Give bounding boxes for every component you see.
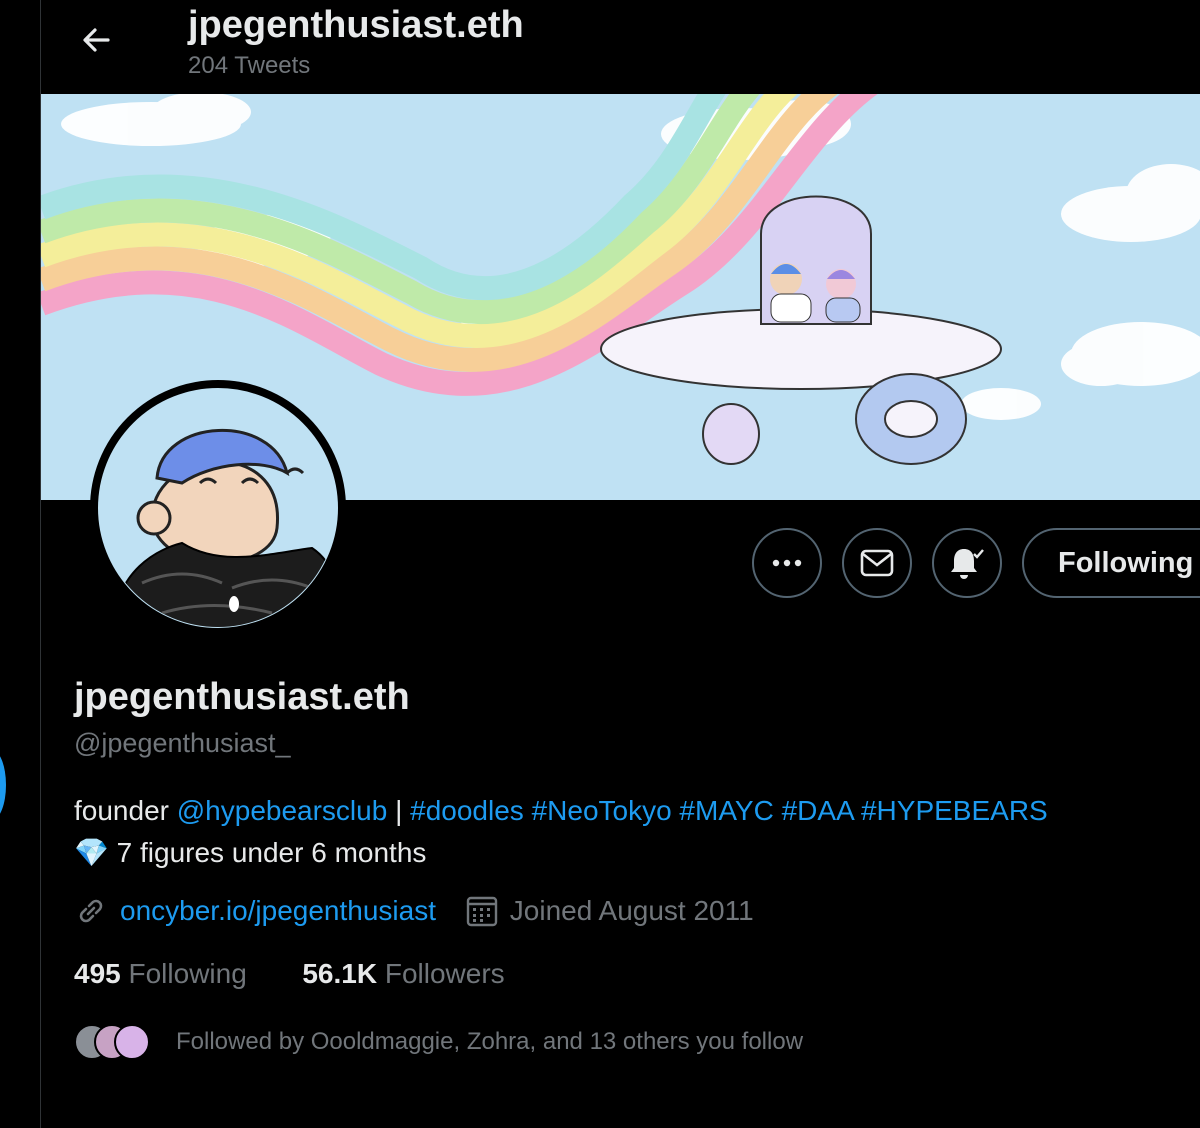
calendar-icon <box>466 896 497 926</box>
profile-stats: 495 Following 56.1K Followers <box>74 958 505 990</box>
more-icon <box>772 559 802 567</box>
avatar[interactable] <box>72 378 364 638</box>
profile-meta: oncyber.io/jpegenthusiast Joined August … <box>74 893 776 937</box>
bio-mention-link[interactable]: @hypebearsclub <box>177 795 388 826</box>
profile-handle: @jpegenthusiast_ <box>74 728 291 758</box>
bell-subscribed-icon <box>951 549 984 579</box>
more-button[interactable] <box>752 528 822 598</box>
bio-text: founder <box>74 795 177 826</box>
follower-avatars <box>74 1024 150 1060</box>
bio-separator: | <box>387 795 411 826</box>
bio-line2: 7 figures under 6 months <box>108 837 427 868</box>
header-tweet-count: 204 Tweets <box>188 52 311 79</box>
message-button[interactable] <box>842 528 912 598</box>
website-link[interactable]: oncyber.io/jpegenthusiast <box>120 895 436 927</box>
diamond-emoji: 💎 <box>74 837 109 868</box>
followers-count: 56.1K <box>302 958 378 989</box>
following-button[interactable]: Following <box>1022 528 1200 598</box>
bio-hashtags-link[interactable]: #doodles #NeoTokyo #MAYC #DAA #HYPEBEARS <box>410 795 1048 826</box>
following-stat[interactable]: 495 Following <box>74 958 247 989</box>
profile-bio: founder @hypebearsclub | #doodles #NeoTo… <box>74 790 1048 874</box>
followed-by-text: Followed by Oooldmaggie, Zohra, and 13 o… <box>176 1028 804 1055</box>
sidebar-edge <box>0 0 40 1128</box>
followers-label: Followers <box>377 958 505 989</box>
follower-avatar <box>114 1024 150 1060</box>
link-icon <box>79 899 103 922</box>
envelope-icon <box>860 549 894 577</box>
joined-date: Joined August 2011 <box>509 894 754 926</box>
followers-stat[interactable]: 56.1K Followers <box>302 958 504 989</box>
followed-by-row[interactable]: Followed by Oooldmaggie, Zohra, and 13 o… <box>74 1022 803 1062</box>
profile-name: jpegenthusiast.eth <box>74 676 410 718</box>
notifications-button[interactable] <box>932 528 1002 598</box>
header-title: jpegenthusiast.eth <box>188 4 524 46</box>
following-label: Following <box>120 958 247 989</box>
following-count: 495 <box>74 958 121 989</box>
back-arrow-icon[interactable] <box>78 22 114 58</box>
